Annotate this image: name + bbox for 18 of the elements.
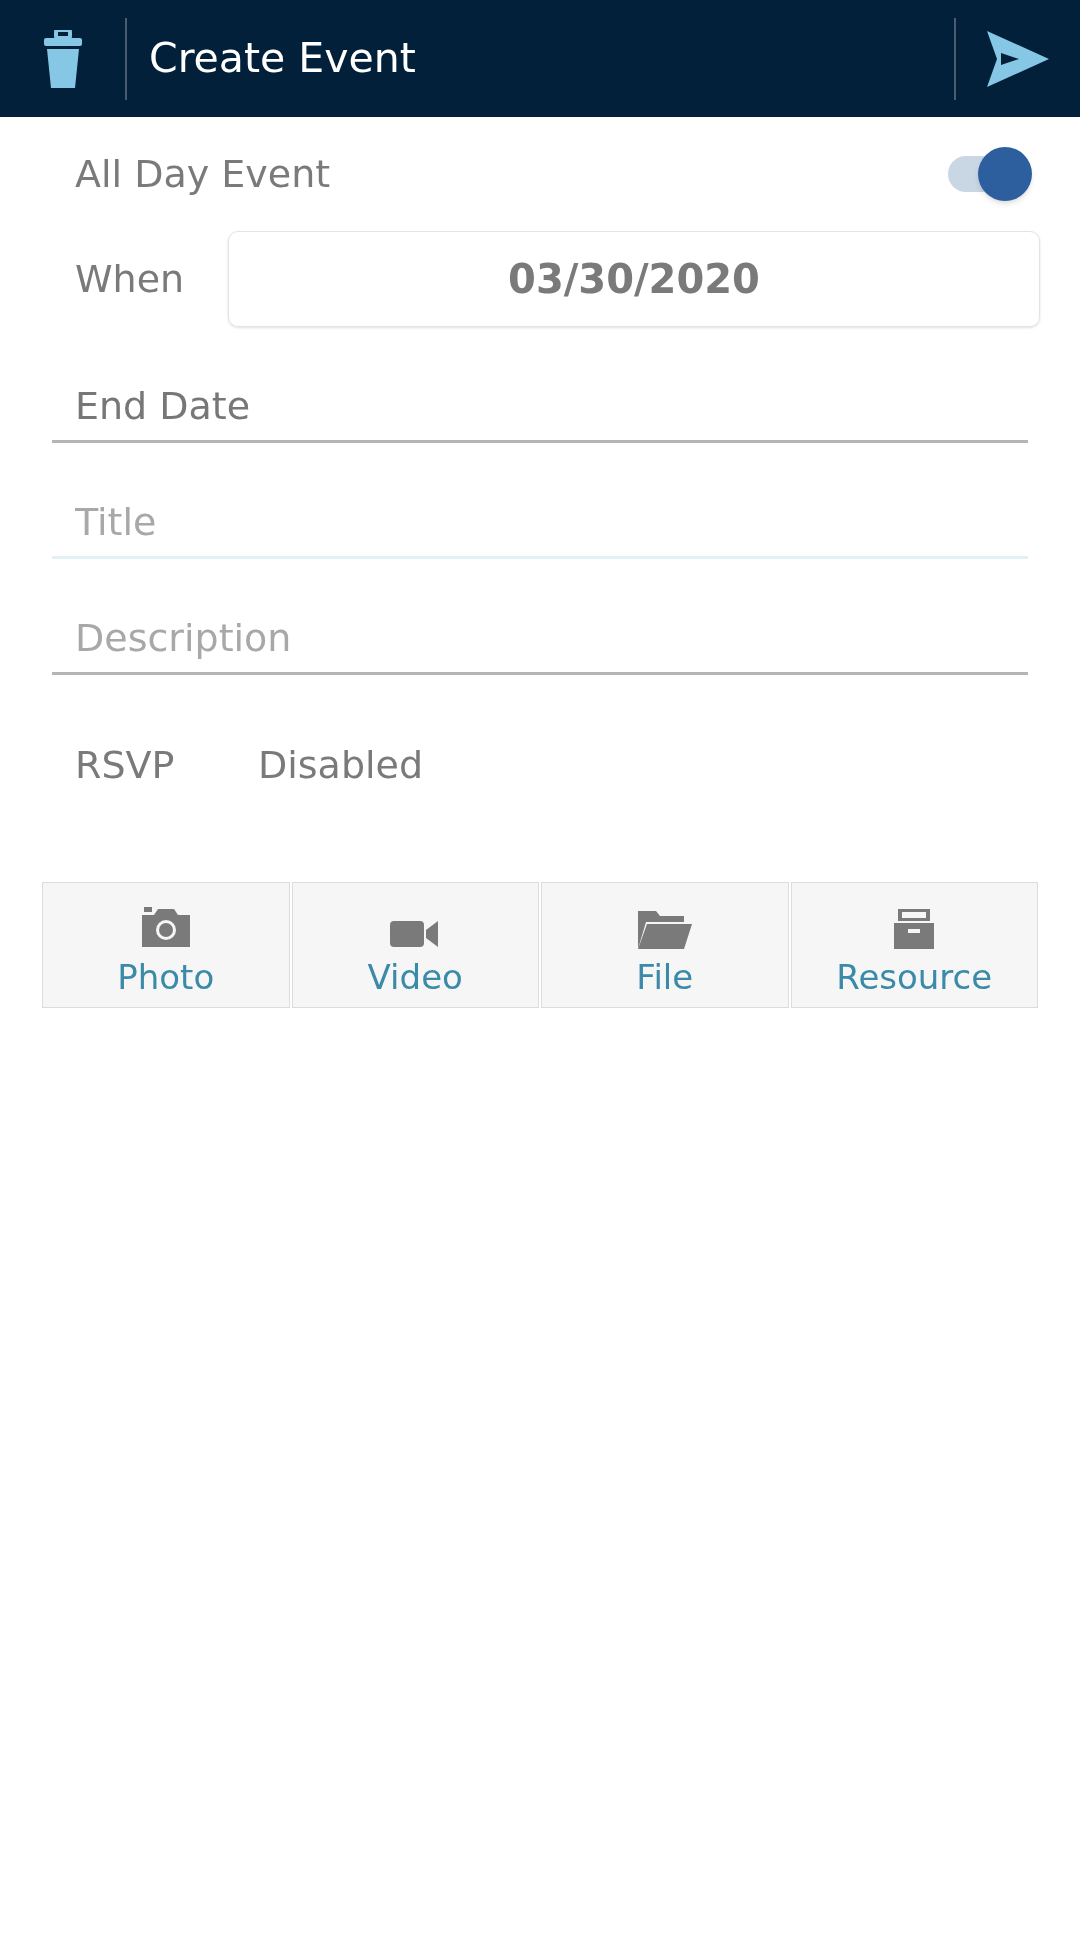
archive-box-icon xyxy=(894,909,935,949)
attach-button[interactable]: Resource xyxy=(790,882,1038,1008)
send-icon xyxy=(987,30,1049,87)
screen-title: Create Event xyxy=(149,32,417,84)
folder-icon xyxy=(637,909,692,949)
all-day-toggle[interactable] xyxy=(948,146,1032,202)
rsvp-value[interactable]: Disabled xyxy=(258,737,424,794)
all-day-label: All Day Event xyxy=(75,150,331,198)
when-label: When xyxy=(75,255,186,303)
attach-button[interactable]: Video xyxy=(291,882,539,1008)
attach-button[interactable]: Photo xyxy=(42,882,290,1008)
end-date-field[interactable]: End Date xyxy=(52,377,1028,443)
rsvp-label: RSVP xyxy=(75,742,176,789)
trash-icon xyxy=(43,29,82,88)
text-field[interactable]: Description xyxy=(52,609,1028,675)
date-field[interactable]: 03/30/2020 xyxy=(228,231,1040,327)
attach-button[interactable]: File xyxy=(541,882,789,1008)
video-camera-icon xyxy=(390,919,441,949)
